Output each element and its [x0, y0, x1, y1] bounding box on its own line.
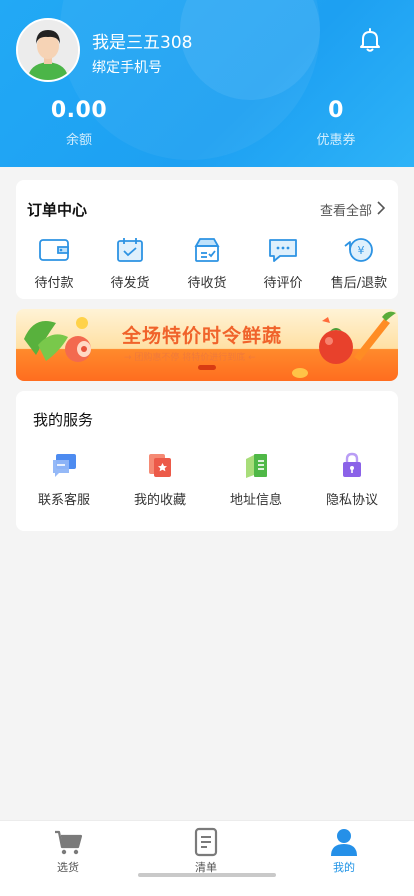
list-icon [191, 827, 221, 857]
service-label: 隐私协议 [312, 489, 392, 508]
order-item-label: 售后/退款 [323, 272, 395, 291]
service-label: 地址信息 [216, 489, 296, 508]
balance-label: 余额 [4, 129, 154, 148]
service-customer-support[interactable]: 联系客服 [24, 451, 104, 508]
order-item-label: 待评价 [247, 272, 319, 291]
balance-value: 0.00 [4, 98, 154, 123]
tab-label: 我的 [304, 859, 384, 875]
service-label: 我的收藏 [120, 489, 200, 508]
order-item-label: 待付款 [18, 272, 90, 291]
wallet-icon [37, 236, 71, 264]
order-pending-payment[interactable]: 待付款 [18, 236, 90, 291]
promo-banner[interactable]: 全场特价时令鲜蔬 → 团购惠不停 将特价进行到底 ← [16, 309, 398, 381]
svg-text:¥: ¥ [358, 244, 365, 257]
package-icon [190, 236, 224, 264]
coupon-value: 0 [261, 98, 411, 123]
favorite-icon [146, 451, 174, 479]
view-all-orders-link[interactable]: 查看全部 [320, 200, 386, 219]
service-privacy[interactable]: 隐私协议 [312, 451, 392, 508]
profile-header: 我是三五308 绑定手机号 0.00 余额 0 优惠券 [0, 0, 414, 167]
service-label: 联系客服 [24, 489, 104, 508]
bell-icon[interactable] [356, 26, 384, 54]
balance-stat[interactable]: 0.00 余额 [4, 98, 154, 148]
bottom-tab-bar: 选货 清单 我的 [0, 820, 414, 896]
coupon-label: 优惠券 [261, 129, 411, 148]
tab-label: 选货 [28, 859, 108, 875]
avatar[interactable] [16, 18, 80, 82]
order-item-label: 待收货 [171, 272, 243, 291]
chat-bubble-icon [266, 236, 300, 264]
services-title: 我的服务 [33, 409, 93, 430]
service-favorites[interactable]: 我的收藏 [120, 451, 200, 508]
address-icon [242, 451, 270, 479]
view-all-label: 查看全部 [320, 200, 372, 219]
lock-icon [338, 451, 366, 479]
my-services-card: 我的服务 联系客服 我的收藏 [16, 391, 398, 531]
chat-icon [50, 451, 78, 479]
bind-phone-link[interactable]: 绑定手机号 [92, 57, 162, 77]
order-center-card: 订单中心 查看全部 待付款 待发货 [16, 180, 398, 299]
username: 我是三五308 [92, 28, 192, 53]
tab-mine[interactable]: 我的 [304, 827, 384, 875]
refund-icon: ¥ [342, 236, 376, 264]
cart-icon [53, 827, 83, 857]
order-item-label: 待发货 [94, 272, 166, 291]
order-pending-receipt[interactable]: 待收货 [171, 236, 243, 291]
service-address[interactable]: 地址信息 [216, 451, 296, 508]
order-center-title: 订单中心 [27, 199, 87, 220]
chevron-right-icon [376, 201, 386, 219]
box-check-icon [113, 236, 147, 264]
home-indicator [138, 873, 276, 877]
tab-list[interactable]: 清单 [166, 827, 246, 875]
banner-headline: 全场特价时令鲜蔬 [122, 321, 282, 348]
banner-pagination-dot [198, 365, 216, 370]
order-pending-review[interactable]: 待评价 [247, 236, 319, 291]
banner-subline: → 团购惠不停 将特价进行到底 ← [124, 350, 256, 363]
tab-select-goods[interactable]: 选货 [28, 827, 108, 875]
order-pending-shipment[interactable]: 待发货 [94, 236, 166, 291]
order-refund[interactable]: ¥ 售后/退款 [323, 236, 395, 291]
user-icon [329, 827, 359, 857]
coupon-stat[interactable]: 0 优惠券 [261, 98, 411, 148]
